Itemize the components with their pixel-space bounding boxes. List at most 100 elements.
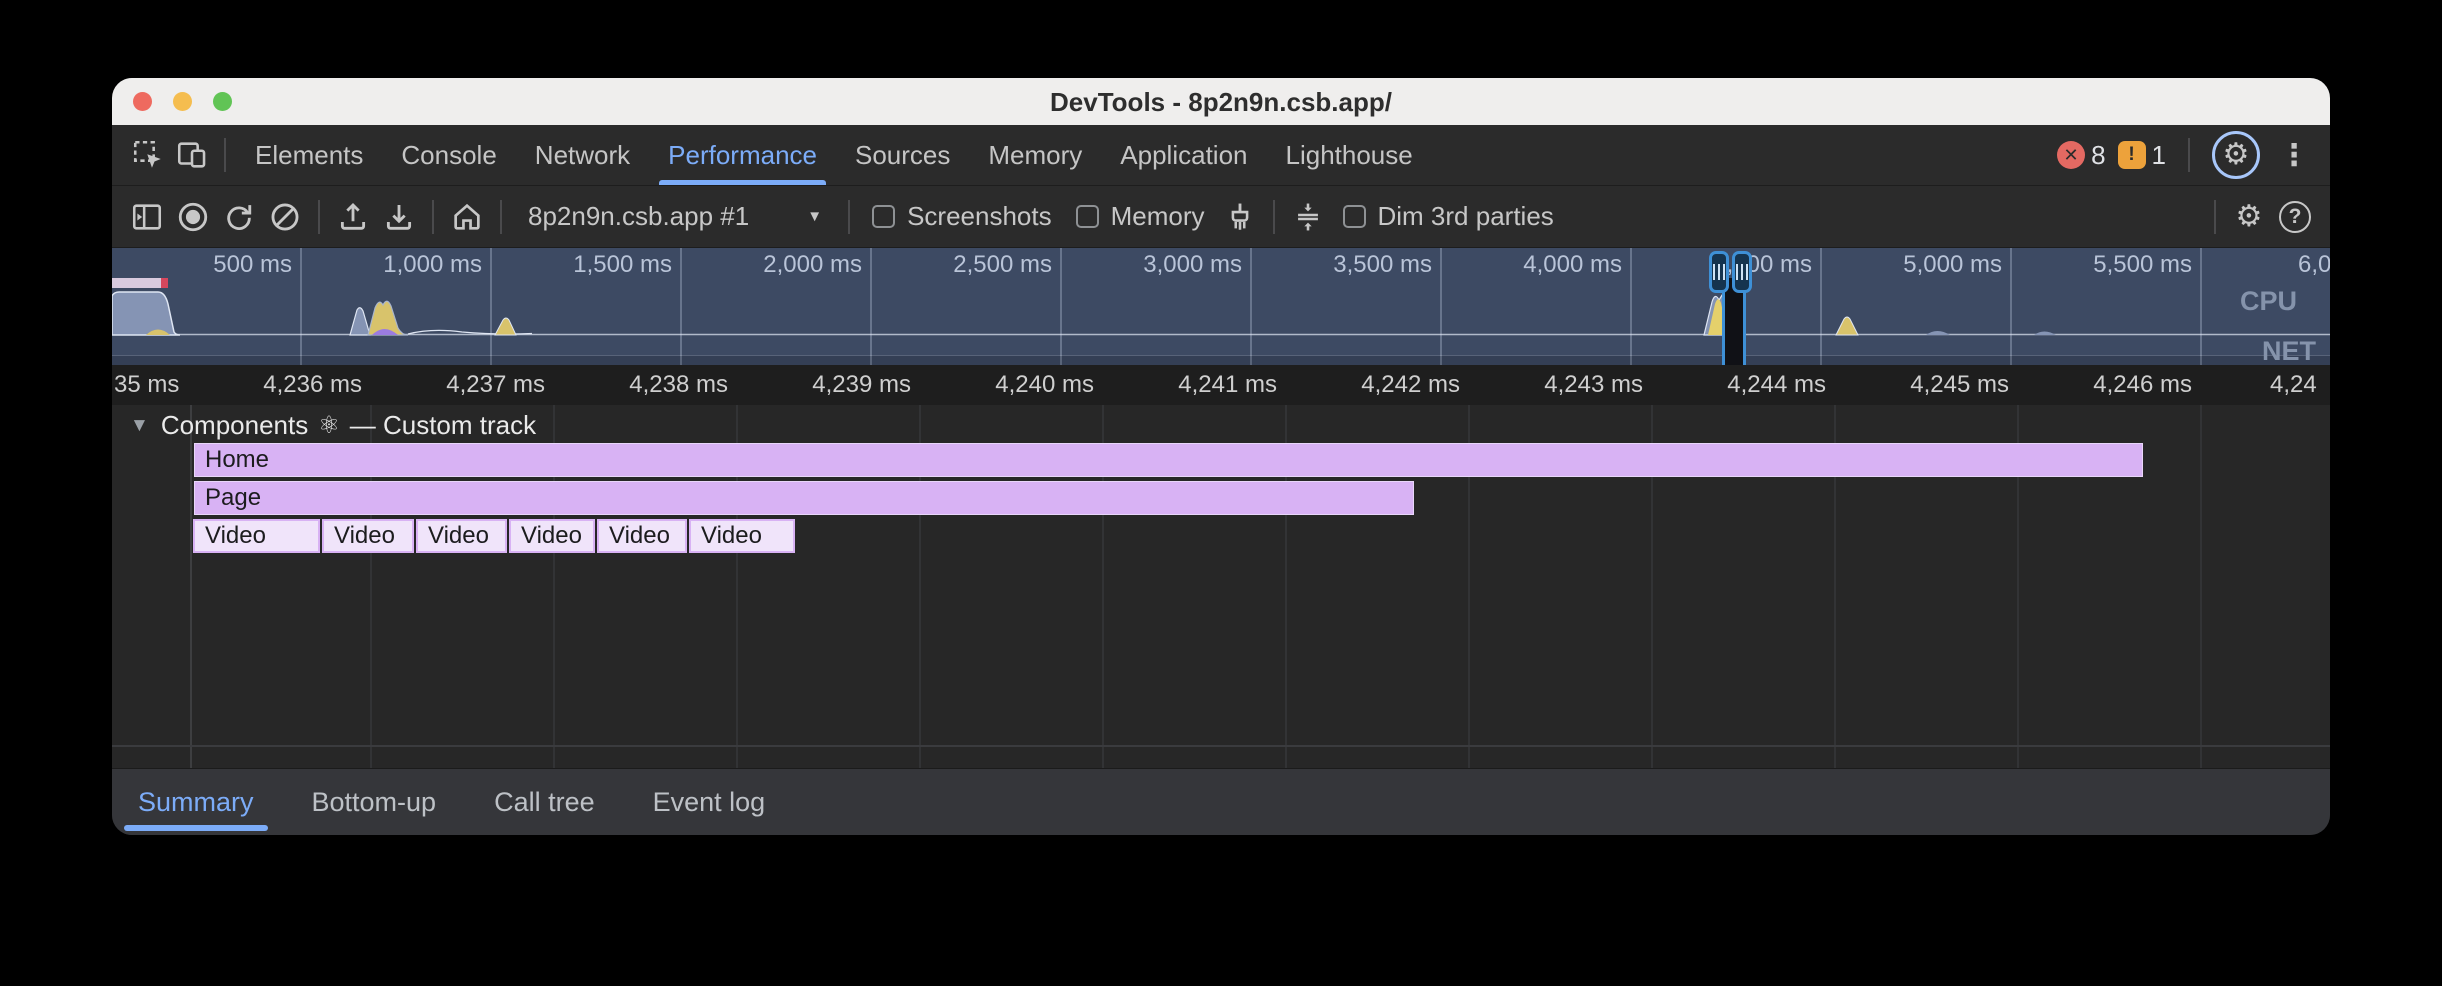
tab-network[interactable]: Network [516, 125, 649, 185]
timeline-overview[interactable]: 500 ms 1,000 ms 1,500 ms 2,000 ms 2,500 … [112, 248, 2330, 365]
separator [2214, 200, 2216, 234]
memory-checkbox[interactable] [1076, 205, 1099, 228]
flame-chart-area[interactable]: ▼ Components ⚛ — Custom track Home Page … [112, 405, 2330, 768]
save-profile-button[interactable] [376, 194, 422, 240]
tab-call-tree[interactable]: Call tree [494, 769, 595, 835]
tab-sources[interactable]: Sources [836, 125, 969, 185]
record-button[interactable] [170, 194, 216, 240]
kebab-menu-icon: ⋮ [2279, 138, 2309, 173]
memory-label: Memory [1111, 201, 1205, 232]
time-tick: 4,24 [2270, 371, 2317, 399]
devtools-window: DevTools - 8p2n9n.csb.app/ Elements Cons… [112, 78, 2330, 835]
help-button[interactable]: ? [2272, 194, 2318, 240]
atom-icon: ⚛ [318, 411, 340, 440]
collect-garbage-icon [1223, 200, 1257, 234]
screenshots-label: Screenshots [907, 201, 1052, 232]
reload-icon [222, 200, 256, 234]
custom-track-header[interactable]: ▼ Components ⚛ — Custom track [130, 410, 536, 441]
selection-right-handle[interactable] [1732, 251, 1752, 293]
more-options-button[interactable]: ⋮ [2272, 133, 2316, 177]
tab-lighthouse[interactable]: Lighthouse [1267, 125, 1432, 185]
time-tick: 35 ms [114, 371, 179, 399]
toggle-sidebar-button[interactable] [124, 194, 170, 240]
tab-summary[interactable]: Summary [138, 769, 254, 835]
record-icon [176, 200, 210, 234]
dim-3rd-parties-checkbox-item[interactable]: Dim 3rd parties [1343, 201, 1554, 232]
inspect-element-button[interactable] [126, 133, 170, 177]
grip-line [1746, 264, 1748, 280]
gear-icon: ⚙ [2223, 140, 2250, 170]
error-icon: ✕ [2057, 141, 2085, 169]
selection-right-line [1743, 290, 1746, 365]
download-icon [382, 200, 416, 234]
memory-checkbox-item[interactable]: Memory [1076, 201, 1205, 232]
grip-line [1723, 264, 1725, 280]
clear-recording-button[interactable] [262, 194, 308, 240]
track-entry-video[interactable]: Video [416, 519, 507, 553]
screenshots-checkbox[interactable] [872, 205, 895, 228]
time-tick: 4,243 ms [1544, 371, 1643, 399]
bottom-drawer-tabbar: Summary Bottom-up Call tree Event log [112, 768, 2330, 835]
grip-line [1736, 264, 1738, 280]
error-count: 8 [2091, 140, 2105, 171]
panel-tabs: Elements Console Network Performance Sou… [236, 125, 1432, 185]
frames-activity-bar [112, 278, 168, 288]
time-tick: 4,236 ms [263, 371, 362, 399]
reload-and-record-button[interactable] [216, 194, 262, 240]
track-entry-video[interactable]: Video [322, 519, 414, 553]
time-tick: 4,237 ms [446, 371, 545, 399]
panel-left-icon [130, 200, 164, 234]
isolate-track-button[interactable] [1285, 194, 1331, 240]
tabbar-right-cluster: ✕ 8 ! 1 ⚙ ⋮ [2057, 131, 2316, 179]
selection-left-handle[interactable] [1709, 251, 1729, 293]
chevron-down-icon: ▼ [807, 208, 822, 225]
collect-garbage-button[interactable] [1217, 194, 1263, 240]
cpu-profile-selected-value: 8p2n9n.csb.app #1 [528, 201, 749, 232]
tab-elements[interactable]: Elements [236, 125, 382, 185]
error-badge[interactable]: ✕ 8 [2057, 140, 2105, 171]
tab-console[interactable]: Console [382, 125, 515, 185]
cpu-activity-chart [112, 248, 2330, 365]
load-profile-button[interactable] [330, 194, 376, 240]
block-icon [268, 200, 302, 234]
grip-line [1718, 264, 1720, 280]
desktop: DevTools - 8p2n9n.csb.app/ Elements Cons… [0, 0, 2442, 986]
warning-count: 1 [2152, 140, 2166, 171]
flame-gridline [2200, 405, 2202, 768]
separator [224, 138, 226, 172]
dim-3rd-parties-checkbox[interactable] [1343, 205, 1366, 228]
track-entry-video[interactable]: Video [193, 519, 320, 553]
time-tick: 4,239 ms [812, 371, 911, 399]
capture-settings-button[interactable]: ⚙ [2226, 194, 2272, 240]
track-label-divider [190, 405, 192, 768]
grip-line [1713, 264, 1715, 280]
titlebar: DevTools - 8p2n9n.csb.app/ [112, 78, 2330, 125]
cpu-profile-selector[interactable]: 8p2n9n.csb.app #1 ▼ [518, 201, 832, 232]
track-entry-page[interactable]: Page [194, 481, 1414, 515]
track-entry-home[interactable]: Home [194, 443, 2143, 477]
time-tick: 4,240 ms [995, 371, 1094, 399]
track-entry-video[interactable]: Video [597, 519, 687, 553]
tab-performance[interactable]: Performance [649, 125, 836, 185]
settings-button[interactable]: ⚙ [2212, 131, 2260, 179]
dim-3rd-parties-label: Dim 3rd parties [1378, 201, 1554, 232]
tab-event-log[interactable]: Event log [653, 769, 766, 835]
time-tick: 4,242 ms [1361, 371, 1460, 399]
track-entry-video[interactable]: Video [689, 519, 795, 553]
track-entry-video[interactable]: Video [509, 519, 595, 553]
toggle-device-toolbar-button[interactable] [170, 133, 214, 177]
screenshots-checkbox-item[interactable]: Screenshots [872, 201, 1052, 232]
tab-bottom-up[interactable]: Bottom-up [312, 769, 437, 835]
help-icon: ? [2279, 201, 2311, 233]
frames-long-frame-segment [161, 278, 168, 288]
warning-badge[interactable]: ! 1 [2118, 140, 2166, 171]
separator [1273, 200, 1275, 234]
disclosure-triangle-icon[interactable]: ▼ [130, 415, 149, 437]
tab-application[interactable]: Application [1101, 125, 1266, 185]
detail-time-ruler[interactable]: 35 ms 4,236 ms 4,237 ms 4,238 ms 4,239 m… [112, 365, 2330, 405]
gear-icon: ⚙ [2236, 202, 2263, 232]
tab-memory[interactable]: Memory [969, 125, 1101, 185]
time-tick: 4,238 ms [629, 371, 728, 399]
live-metrics-button[interactable] [444, 194, 490, 240]
custom-track-suffix: — Custom track [350, 410, 536, 441]
